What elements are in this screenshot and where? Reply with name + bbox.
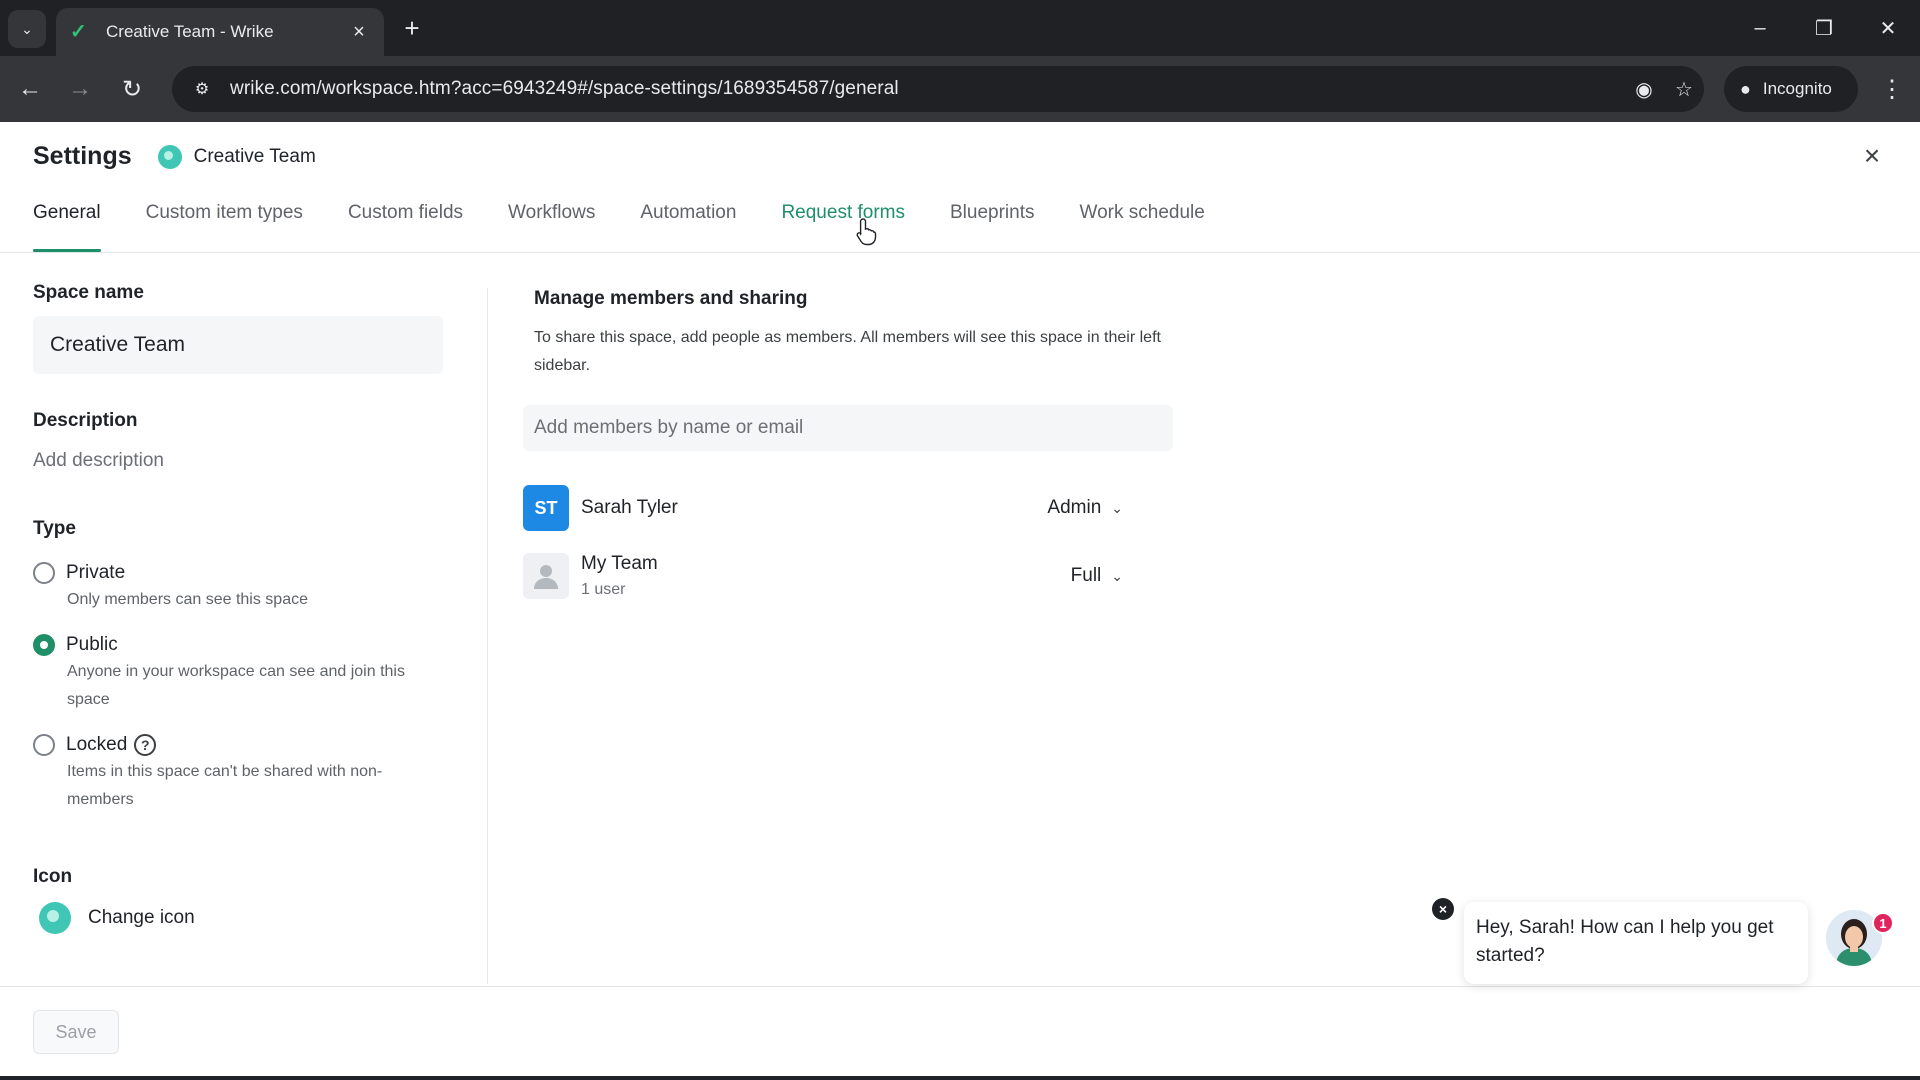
help-question-icon[interactable]: ? [134,734,157,756]
icon-label: Icon [33,866,73,887]
add-members-input[interactable]: Add members by name or email [523,405,1173,451]
locked-radio[interactable] [33,734,55,756]
user-silhouette-icon [534,565,558,589]
incognito-icon: ● [1740,78,1751,99]
url-text[interactable]: wrike.com/workspace.htm?acc=6943249#/spa… [230,78,1624,100]
space-avatar-icon [157,144,182,169]
browser-toolbar: ← → ↻ ⚙ wrike.com/workspace.htm?acc=6943… [0,56,1920,122]
sharing-description: To share this space, add people as membe… [534,329,1161,374]
window-restore-icon[interactable]: ❐ [1804,12,1844,44]
type-option-public[interactable]: Public Anyone in your workspace can see … [33,634,453,714]
column-divider [487,288,488,984]
tab-general[interactable]: General [33,188,101,252]
browser-tab-strip: ⌄ ✓ Creative Team - Wrike × + – ❐ ✕ [0,0,1920,56]
type-option-locked[interactable]: Locked ? Items in this space can't be sh… [33,734,453,814]
public-radio[interactable] [33,634,55,656]
reload-icon[interactable]: ↻ [116,73,148,105]
space-icon-preview [39,902,71,934]
locked-label: Locked [66,734,128,755]
page-title: Settings [33,142,132,170]
member-role-value: Admin [1047,497,1102,518]
description-input[interactable]: Add description [33,450,453,472]
new-tab-plus-icon[interactable]: + [396,12,428,44]
window-close-icon[interactable]: ✕ [1868,12,1908,44]
settings-page: Settings Creative Team × General Custom … [0,122,1920,1080]
public-description: Anyone in your workspace can see and joi… [67,663,405,708]
tab-custom-item-types[interactable]: Custom item types [146,188,303,252]
sharing-title: Manage members and sharing [534,288,808,309]
type-option-private[interactable]: Private Only members can see this space [33,562,453,614]
incognito-indicator[interactable]: ● Incognito [1724,66,1858,112]
browser-tab-title: Creative Team - Wrike [106,22,274,41]
member-row: My Team 1 user Full ⌄ [523,543,1123,609]
site-settings-icon[interactable]: ⚙ [182,79,222,99]
footer-divider [0,986,1920,987]
incognito-label: Incognito [1762,79,1832,98]
tab-close-icon[interactable]: × [348,21,370,44]
private-label: Private [66,562,126,583]
chevron-down-icon: ⌄ [1111,499,1123,516]
general-settings-column: Space name Creative Team Description Add… [33,282,453,934]
settings-tabs: General Custom item types Custom fields … [33,188,1250,252]
tab-automation[interactable]: Automation [640,188,736,252]
browser-menu-icon[interactable]: ⋮ [1876,73,1908,105]
tab-request-forms[interactable]: Request forms [781,188,905,252]
browser-tab[interactable]: ✓ Creative Team - Wrike × [56,8,384,56]
chat-notification-badge: 1 [1872,912,1894,934]
member-row: ST Sarah Tyler Admin ⌄ [523,475,1123,541]
locked-description: Items in this space can't be shared with… [67,763,383,808]
private-radio[interactable] [33,562,55,584]
tab-workflows[interactable]: Workflows [508,188,595,252]
space-name-input[interactable]: Creative Team [33,316,443,374]
members-sharing-section: Manage members and sharing To share this… [523,288,1174,609]
close-settings-icon[interactable]: × [1858,142,1886,170]
tab-work-schedule[interactable]: Work schedule [1080,188,1205,252]
hand-pointer-cursor-icon [856,218,877,246]
bottom-edge [0,1076,1920,1080]
chat-close-icon[interactable]: × [1432,898,1454,920]
tab-custom-fields[interactable]: Custom fields [348,188,463,252]
description-label: Description [33,410,138,431]
space-name-heading: Creative Team [193,145,316,167]
space-name-label: Space name [33,282,144,303]
team-avatar-icon [523,553,569,599]
private-description: Only members can see this space [67,591,308,608]
member-role-dropdown[interactable]: Admin ⌄ [1047,497,1123,519]
change-icon-button[interactable]: Change icon [33,902,453,934]
member-name: Sarah Tyler [581,497,678,518]
change-icon-label: Change icon [88,907,195,928]
window-minimize-icon[interactable]: – [1740,12,1780,44]
member-role-dropdown[interactable]: Full ⌄ [1071,565,1123,587]
forward-arrow-icon[interactable]: → [64,73,96,105]
member-avatar: ST [523,485,569,531]
tab-search-chevron-icon[interactable]: ⌄ [8,10,46,48]
public-label: Public [66,634,118,655]
member-role-value: Full [1070,565,1102,586]
chevron-down-icon: ⌄ [1111,567,1123,584]
save-button[interactable]: Save [33,1010,119,1054]
type-label: Type [33,518,76,539]
address-bar[interactable]: ⚙ wrike.com/workspace.htm?acc=6943249#/s… [172,66,1704,112]
wrike-checkmark-icon: ✓ [70,21,87,43]
back-arrow-icon[interactable]: ← [14,73,46,105]
settings-header: Settings Creative Team [33,142,316,171]
eye-off-icon[interactable]: ◉ [1624,77,1664,102]
chat-message-bubble[interactable]: Hey, Sarah! How can I help you get start… [1464,902,1808,984]
tab-blueprints[interactable]: Blueprints [950,188,1035,252]
tabs-divider [0,252,1920,253]
member-subtitle: 1 user [581,581,626,598]
member-name: My Team [581,553,658,574]
bookmark-star-icon[interactable]: ☆ [1664,77,1704,102]
